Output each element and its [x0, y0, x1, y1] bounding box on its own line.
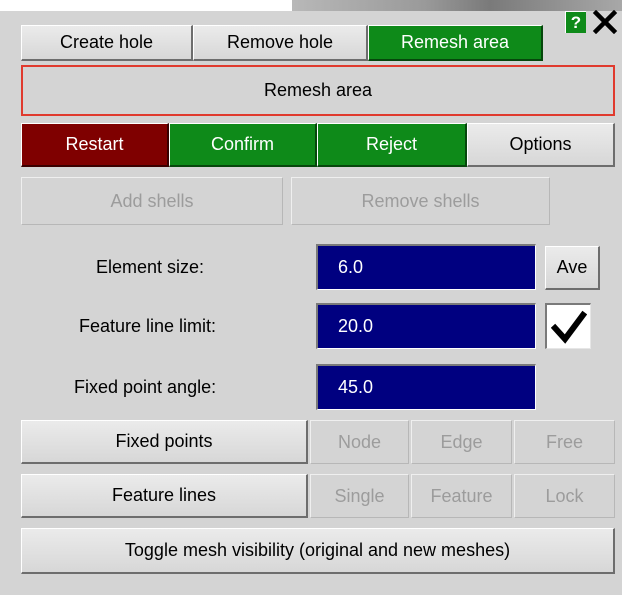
confirm-button[interactable]: Confirm — [169, 123, 317, 167]
feature-lines-button[interactable]: Feature lines — [21, 474, 308, 518]
feature-lines-lock-button[interactable]: Lock — [514, 474, 615, 518]
add-shells-button[interactable]: Add shells — [21, 177, 283, 225]
fixed-points-free-button[interactable]: Free — [514, 420, 615, 464]
fixed-points-button[interactable]: Fixed points — [21, 420, 308, 464]
fixed-points-edge-button[interactable]: Edge — [411, 420, 512, 464]
question-mark-icon: ? — [570, 12, 582, 32]
fixed-points-node-button[interactable]: Node — [310, 420, 409, 464]
options-button[interactable]: Options — [467, 123, 615, 167]
window-title-strip — [292, 0, 622, 11]
feature-lines-single-button[interactable]: Single — [310, 474, 409, 518]
checkmark-icon — [550, 310, 587, 344]
tab-remesh-area[interactable]: Remesh area — [368, 25, 543, 61]
reject-button[interactable]: Reject — [317, 123, 467, 167]
close-icon — [592, 10, 618, 34]
average-size-button[interactable]: Ave — [545, 246, 600, 290]
fixed-point-angle-label: Fixed point angle: — [74, 376, 217, 397]
element-size-input[interactable]: 6.0 — [316, 244, 536, 290]
mode-banner: Remesh area — [21, 65, 615, 116]
tab-create-hole[interactable]: Create hole — [21, 25, 193, 61]
feature-line-limit-input[interactable]: 20.0 — [316, 303, 536, 349]
help-button[interactable]: ? — [565, 11, 586, 33]
feature-line-limit-checkbox[interactable] — [545, 303, 591, 349]
fixed-point-angle-input[interactable]: 45.0 — [316, 364, 536, 410]
feature-lines-feature-button[interactable]: Feature — [411, 474, 512, 518]
restart-button[interactable]: Restart — [21, 123, 169, 167]
tab-remove-hole[interactable]: Remove hole — [193, 25, 368, 61]
feature-line-limit-label: Feature line limit: — [79, 315, 217, 336]
element-size-label: Element size: — [96, 256, 205, 277]
toggle-mesh-visibility-button[interactable]: Toggle mesh visibility (original and new… — [21, 528, 615, 574]
banner-title: Remesh area — [263, 80, 373, 100]
remove-shells-button[interactable]: Remove shells — [291, 177, 550, 225]
close-button[interactable] — [588, 8, 622, 36]
